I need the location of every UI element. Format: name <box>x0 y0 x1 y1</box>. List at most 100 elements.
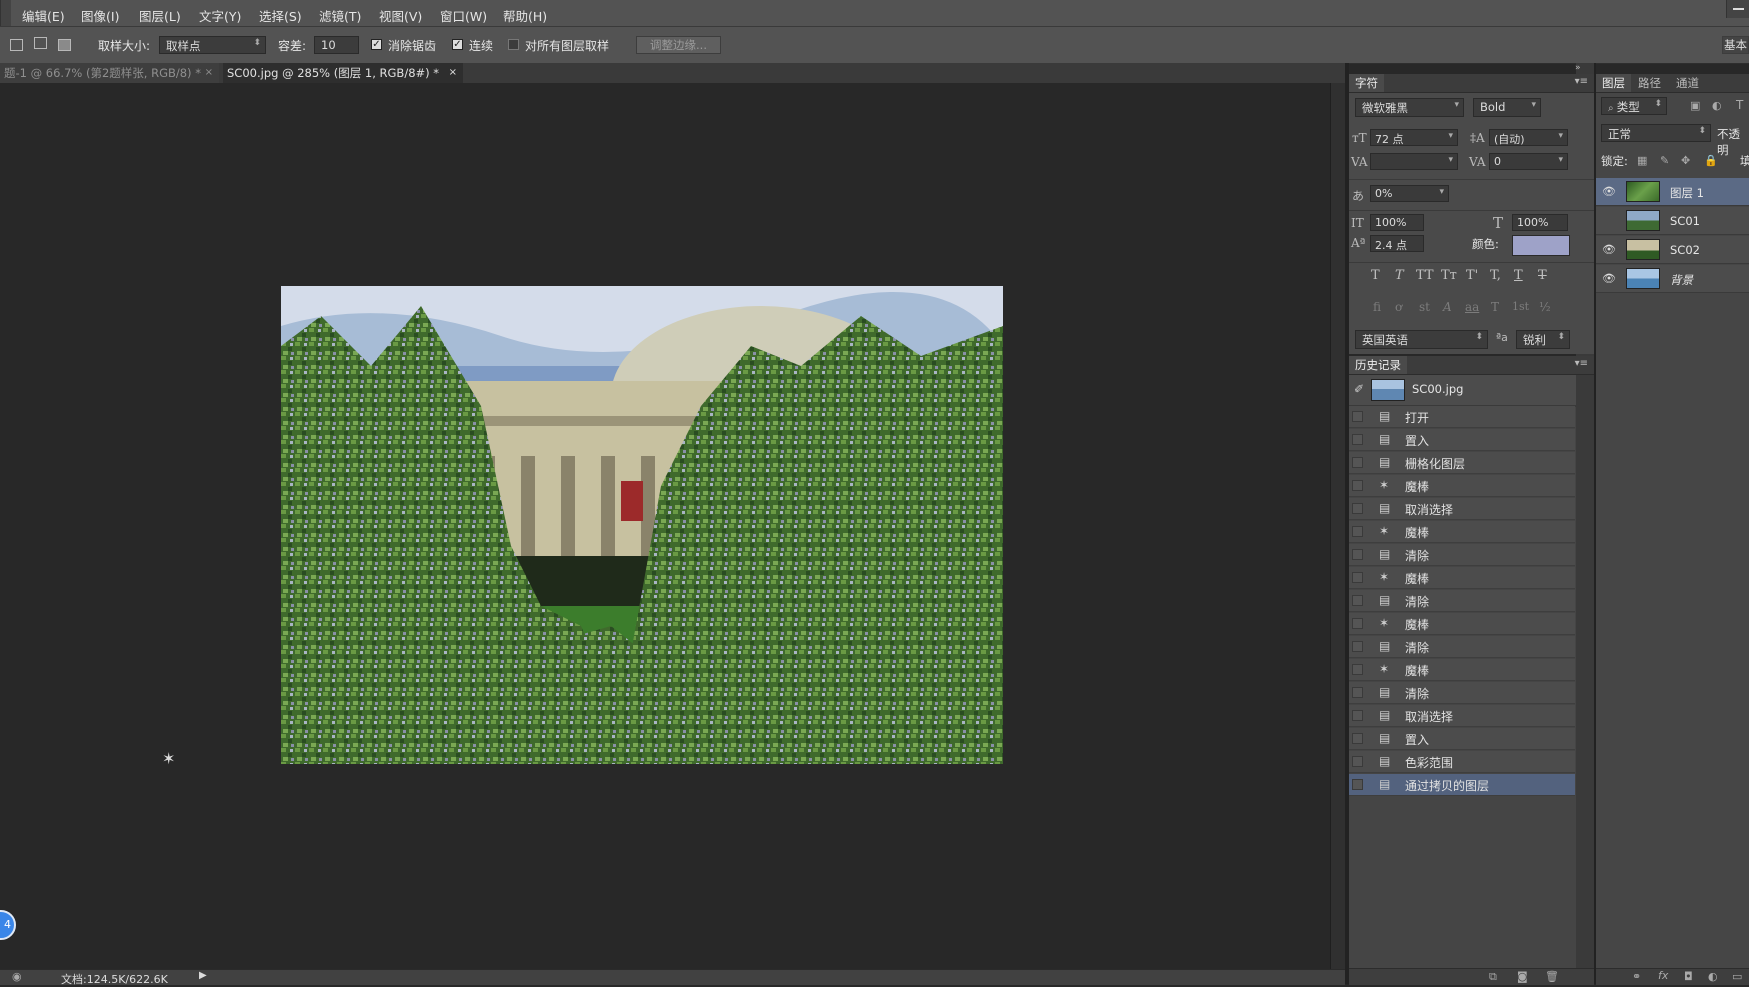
eye-icon[interactable]: 👁 <box>1602 243 1616 256</box>
baseline-shift-input[interactable]: 2.4 点 <box>1370 235 1424 252</box>
history-source-checkbox[interactable] <box>1352 503 1363 514</box>
close-icon[interactable]: × <box>205 63 213 83</box>
ligatures-button[interactable]: fi <box>1373 300 1381 314</box>
antialias-checkbox[interactable]: ✓ <box>371 39 382 50</box>
history-snapshot[interactable]: ✐ SC00.jpg <box>1349 375 1576 407</box>
history-item[interactable]: ✶ 魔棒 <box>1349 521 1575 543</box>
new-group-folder-icon[interactable]: ▭ <box>1732 970 1742 983</box>
minimize-button[interactable] <box>1726 0 1749 18</box>
small-caps-button[interactable]: Tт <box>1441 268 1457 283</box>
eye-hidden-icon[interactable]: · <box>1602 214 1616 227</box>
canvas-area[interactable]: ✶ <box>0 83 1330 971</box>
menu-filter[interactable]: 滤镜(T) <box>319 6 361 25</box>
blend-mode-select[interactable]: 正常 ⬍ <box>1601 124 1711 142</box>
link-layers-icon[interactable]: ⚭ <box>1632 970 1641 983</box>
history-item[interactable]: ▤ 色彩范围 <box>1349 751 1575 773</box>
history-source-checkbox[interactable] <box>1352 411 1363 422</box>
document-image[interactable] <box>281 286 1003 764</box>
adjustment-layer-icon[interactable]: ◐ <box>1708 970 1718 983</box>
history-item-selected[interactable]: ▤ 通过拷贝的图层 <box>1349 774 1575 796</box>
swash-button[interactable]: A <box>1443 300 1452 314</box>
layer-row[interactable]: · SC01 <box>1596 207 1749 235</box>
history-brush-icon[interactable]: ✐ <box>1354 382 1364 396</box>
history-item[interactable]: ✶ 魔棒 <box>1349 613 1575 635</box>
history-source-checkbox[interactable] <box>1352 756 1363 767</box>
underline-button[interactable]: T <box>1514 268 1523 283</box>
sample-size-select[interactable]: 取样点 ⬍ <box>159 36 266 54</box>
history-item[interactable]: ▤ 栅格化图层 <box>1349 452 1575 474</box>
tracking-input[interactable]: 0 ▾ <box>1489 153 1568 170</box>
titling-button[interactable]: T <box>1491 300 1499 314</box>
history-item[interactable]: ✶ 魔棒 <box>1349 659 1575 681</box>
filter-type-icon[interactable]: T <box>1736 98 1743 112</box>
history-source-checkbox[interactable] <box>1352 595 1363 606</box>
history-item[interactable]: ▤ 置入 <box>1349 728 1575 750</box>
stylistic-alternates-button[interactable]: aa <box>1465 300 1479 314</box>
history-source-checkbox[interactable] <box>1352 526 1363 537</box>
history-item[interactable]: ▤ 置入 <box>1349 429 1575 451</box>
history-source-checkbox[interactable] <box>1352 710 1363 721</box>
history-item[interactable]: ✶ 魔棒 <box>1349 475 1575 497</box>
panel-menu-icon[interactable]: ▾≡ <box>1575 358 1588 369</box>
faux-bold-button[interactable]: T <box>1371 268 1380 283</box>
panel-menu-icon[interactable]: ▾≡ <box>1575 76 1588 87</box>
lock-position-move-icon[interactable]: ✥ <box>1681 154 1690 167</box>
old-style-button[interactable]: ơ <box>1395 300 1402 314</box>
history-source-checkbox[interactable] <box>1352 733 1363 744</box>
contiguous-checkbox[interactable]: ✓ <box>452 39 463 50</box>
new-document-from-state-icon[interactable]: ⧉ <box>1489 970 1497 984</box>
lock-transparent-icon[interactable]: ▦ <box>1637 154 1647 167</box>
text-color-swatch[interactable] <box>1512 235 1570 256</box>
tab-paths[interactable]: 路径 <box>1632 74 1667 92</box>
font-style-select[interactable]: Bold ▾ <box>1473 98 1541 117</box>
eye-icon[interactable]: 👁 <box>1602 272 1616 285</box>
eye-icon[interactable]: 👁 <box>1602 185 1616 198</box>
history-item[interactable]: ▤ 清除 <box>1349 636 1575 658</box>
tsume-input[interactable]: 0% ▾ <box>1370 185 1449 202</box>
history-item[interactable]: ▤ 取消选择 <box>1349 498 1575 520</box>
menu-window[interactable]: 窗口(W) <box>440 6 487 25</box>
superscript-button[interactable]: T' <box>1466 268 1478 283</box>
history-source-checkbox[interactable] <box>1352 457 1363 468</box>
history-source-checkbox[interactable] <box>1352 549 1363 560</box>
subtract-selection-icon[interactable] <box>58 39 71 51</box>
lock-image-brush-icon[interactable]: ✎ <box>1660 154 1669 167</box>
history-source-checkbox[interactable] <box>1352 687 1363 698</box>
canvas-vertical-scrollbar[interactable] <box>1330 83 1345 971</box>
menu-layer[interactable]: 图层(L) <box>139 6 181 25</box>
language-select[interactable]: 英国英语 ⬍ <box>1355 330 1488 349</box>
kerning-input[interactable]: ▾ <box>1370 153 1458 170</box>
add-mask-icon[interactable]: ◘ <box>1684 970 1693 983</box>
strikethrough-button[interactable]: T <box>1538 268 1547 283</box>
ordinals-button[interactable]: 1st <box>1512 300 1529 313</box>
history-source-checkbox[interactable] <box>1352 779 1363 790</box>
play-arrow-icon[interactable]: ▶ <box>199 970 207 981</box>
menu-edit[interactable]: 编辑(E) <box>22 6 65 25</box>
font-size-input[interactable]: 72 点 ▾ <box>1370 129 1458 146</box>
filter-pixel-icon[interactable]: ▣ <box>1690 99 1700 112</box>
antialias-select[interactable]: 锐利 ⬍ <box>1516 330 1570 349</box>
trash-icon[interactable]: 🗑 <box>1545 970 1559 983</box>
discretionary-ligatures-button[interactable]: st <box>1419 300 1430 314</box>
tolerance-input[interactable]: 10 <box>314 36 359 54</box>
fractions-button[interactable]: ½ <box>1539 300 1551 314</box>
layer-style-fx-icon[interactable]: fx <box>1658 969 1668 982</box>
history-item[interactable]: ▤ 清除 <box>1349 590 1575 612</box>
tab-channels[interactable]: 通道 <box>1670 74 1705 92</box>
leading-input[interactable]: (自动) ▾ <box>1489 129 1568 146</box>
horizontal-scale-input[interactable]: 100% <box>1512 214 1568 231</box>
history-item[interactable]: ✶ 魔棒 <box>1349 567 1575 589</box>
history-source-checkbox[interactable] <box>1352 480 1363 491</box>
app-menu-button[interactable] <box>0 0 11 26</box>
menu-view[interactable]: 视图(V) <box>379 6 422 25</box>
history-source-checkbox[interactable] <box>1352 618 1363 629</box>
font-family-select[interactable]: 微软雅黑 ▾ <box>1355 98 1464 117</box>
history-source-checkbox[interactable] <box>1352 641 1363 652</box>
add-selection-icon[interactable] <box>34 37 47 49</box>
menu-select[interactable]: 选择(S) <box>259 6 302 25</box>
vertical-scale-input[interactable]: 100% <box>1370 214 1424 231</box>
tab-doc-1[interactable]: 题-1 @ 66.7% (第2题样张, RGB/8) * × <box>0 63 219 83</box>
layer-row[interactable]: 👁 SC02 <box>1596 236 1749 264</box>
lock-all-padlock-icon[interactable]: 🔒 <box>1704 154 1718 167</box>
history-source-checkbox[interactable] <box>1352 434 1363 445</box>
